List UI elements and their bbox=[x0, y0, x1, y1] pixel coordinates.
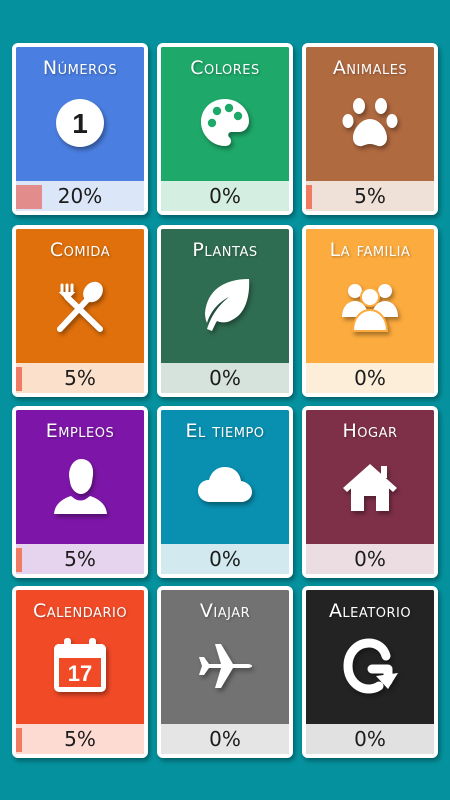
leaf-icon bbox=[195, 275, 255, 335]
category-card-calendario[interactable]: Calendario 17 5% bbox=[12, 586, 148, 758]
card-header: Comida bbox=[16, 229, 144, 363]
progress-bar: 0% bbox=[161, 363, 289, 393]
category-title: Calendario bbox=[32, 600, 128, 622]
category-card-numeros[interactable]: Números 1 20% bbox=[12, 43, 148, 215]
progress-bar: 5% bbox=[16, 544, 144, 574]
progress-bar: 0% bbox=[306, 363, 434, 393]
person-icon bbox=[50, 456, 110, 516]
calendar-icon: 17 bbox=[50, 636, 110, 696]
card-header: Empleos bbox=[16, 410, 144, 544]
svg-text:17: 17 bbox=[68, 661, 92, 686]
progress-percent: 5% bbox=[64, 547, 96, 571]
card-header: Aleatorio bbox=[306, 590, 434, 724]
cloud-icon bbox=[195, 456, 255, 516]
category-title: Viajar bbox=[199, 600, 251, 622]
category-grid: Números 1 20% Colores 0% Animales 5% Comida 5% Pl… bbox=[0, 0, 450, 800]
progress-bar: 0% bbox=[161, 724, 289, 754]
progress-percent: 0% bbox=[354, 547, 386, 571]
card-header: Animales bbox=[306, 47, 434, 181]
category-card-colores[interactable]: Colores 0% bbox=[157, 43, 293, 215]
progress-bar: 0% bbox=[306, 544, 434, 574]
progress-percent: 5% bbox=[354, 184, 386, 208]
category-title: Colores bbox=[190, 57, 260, 79]
category-title: Números bbox=[42, 57, 118, 79]
category-card-la-familia[interactable]: La familia 0% bbox=[302, 225, 438, 397]
category-card-plantas[interactable]: Plantas 0% bbox=[157, 225, 293, 397]
category-title: La familia bbox=[329, 239, 411, 261]
category-card-viajar[interactable]: Viajar 0% bbox=[157, 586, 293, 758]
paw-icon bbox=[340, 93, 400, 153]
category-title: Plantas bbox=[192, 239, 258, 261]
card-header: Números 1 bbox=[16, 47, 144, 181]
category-card-el-tiempo[interactable]: El tiempo 0% bbox=[157, 406, 293, 578]
house-icon bbox=[340, 456, 400, 516]
progress-bar: 0% bbox=[161, 544, 289, 574]
progress-bar: 5% bbox=[16, 363, 144, 393]
card-header: La familia bbox=[306, 229, 434, 363]
category-card-aleatorio[interactable]: Aleatorio 0% bbox=[302, 586, 438, 758]
fork-spoon-icon bbox=[50, 275, 110, 335]
progress-bar: 5% bbox=[306, 181, 434, 211]
progress-percent: 20% bbox=[57, 184, 103, 208]
progress-percent: 0% bbox=[354, 366, 386, 390]
card-header: Hogar bbox=[306, 410, 434, 544]
progress-percent: 0% bbox=[209, 547, 241, 571]
palette-icon bbox=[195, 93, 255, 153]
progress-percent: 0% bbox=[209, 727, 241, 751]
category-card-comida[interactable]: Comida 5% bbox=[12, 225, 148, 397]
card-header: Plantas bbox=[161, 229, 289, 363]
progress-percent: 5% bbox=[64, 727, 96, 751]
family-icon bbox=[340, 275, 400, 335]
category-title: Aleatorio bbox=[328, 600, 412, 622]
progress-bar: 5% bbox=[16, 724, 144, 754]
card-header: Calendario 17 bbox=[16, 590, 144, 724]
svg-text:1: 1 bbox=[72, 108, 88, 139]
category-card-hogar[interactable]: Hogar 0% bbox=[302, 406, 438, 578]
card-header: El tiempo bbox=[161, 410, 289, 544]
progress-bar: 20% bbox=[16, 181, 144, 211]
category-title: Animales bbox=[332, 57, 408, 79]
progress-percent: 5% bbox=[64, 366, 96, 390]
category-card-empleos[interactable]: Empleos 5% bbox=[12, 406, 148, 578]
progress-bar: 0% bbox=[306, 724, 434, 754]
random-icon bbox=[340, 636, 400, 696]
category-title: Comida bbox=[49, 239, 111, 261]
category-title: El tiempo bbox=[185, 420, 265, 442]
card-header: Viajar bbox=[161, 590, 289, 724]
progress-percent: 0% bbox=[209, 366, 241, 390]
airplane-icon bbox=[195, 636, 255, 696]
progress-percent: 0% bbox=[209, 184, 241, 208]
number-one-icon: 1 bbox=[50, 93, 110, 153]
category-card-animales[interactable]: Animales 5% bbox=[302, 43, 438, 215]
progress-bar: 0% bbox=[161, 181, 289, 211]
progress-percent: 0% bbox=[354, 727, 386, 751]
category-title: Hogar bbox=[342, 420, 398, 442]
category-title: Empleos bbox=[45, 420, 115, 442]
card-header: Colores bbox=[161, 47, 289, 181]
